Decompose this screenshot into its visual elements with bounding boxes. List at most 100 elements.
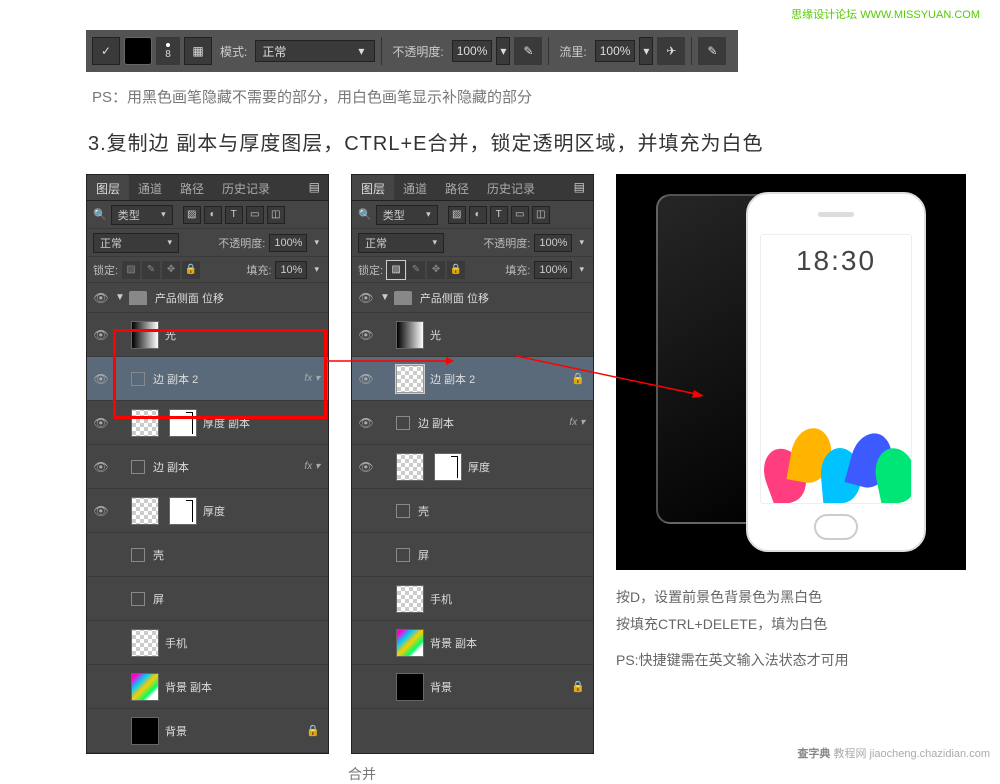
layer-item[interactable]: 背景 副本 [352,621,593,665]
tab-paths[interactable]: 路径 [436,175,478,200]
visibility-toggle[interactable]: 👁 [91,416,111,430]
lock-position-icon[interactable]: ✥ [427,261,445,279]
filter-adjust-icon[interactable]: ◐ [204,206,222,224]
opacity-dropdown[interactable]: ▾ [496,37,510,65]
visibility-toggle[interactable]: 👁 [91,291,111,305]
blend-select[interactable]: 正常▾ [358,233,444,253]
layer-item[interactable]: 背景🔒 [87,709,328,753]
visibility-toggle[interactable]: 👁 [91,372,111,386]
layer-mask-thumbnail[interactable] [169,497,197,525]
group-chevron-icon[interactable]: ▼ [115,292,125,303]
filter-pixel-icon[interactable]: ▨ [448,206,466,224]
tab-layers[interactable]: 图层 [352,175,394,200]
visibility-toggle[interactable]: 👁 [356,328,376,342]
layer-item[interactable]: 👁光 [352,313,593,357]
layer-group[interactable]: 👁 ▼ 产品侧面 位移 [352,283,593,313]
filter-smart-icon[interactable]: ◫ [267,206,285,224]
layer-thumbnail[interactable] [131,409,159,437]
visibility-toggle[interactable]: 👁 [356,460,376,474]
layer-item[interactable]: 👁边 副本 2🔒 [352,357,593,401]
lock-pixels-icon[interactable]: ✎ [142,261,160,279]
layer-item[interactable]: 👁边 副本fx ▾ [87,445,328,489]
layer-item[interactable]: 手机 [87,621,328,665]
pressure-opacity-icon[interactable]: ✎ [514,37,542,65]
filter-kind-select[interactable]: 类型▾ [111,205,173,225]
filter-shape-icon[interactable]: ▭ [511,206,529,224]
layer-item[interactable]: 手机 [352,577,593,621]
layer-item[interactable]: 屏 [352,533,593,577]
filter-type-icon[interactable]: T [490,206,508,224]
pressure-size-icon[interactable]: ✎ [698,37,726,65]
layer-mask-thumbnail[interactable] [434,453,462,481]
layer-mask-thumbnail[interactable] [169,409,197,437]
filter-kind-select[interactable]: 类型▾ [376,205,438,225]
layer-thumbnail[interactable] [131,497,159,525]
lock-pixels-icon[interactable]: ✎ [407,261,425,279]
filter-shape-icon[interactable]: ▭ [246,206,264,224]
tab-channels[interactable]: 通道 [129,175,171,200]
layer-thumbnail[interactable] [131,321,159,349]
layer-item[interactable]: 屏 [87,577,328,621]
fx-icon[interactable]: fx ▾ [304,461,320,472]
opacity-value[interactable]: 100% [452,40,493,62]
layer-thumbnail[interactable] [396,365,424,393]
airbrush-icon[interactable]: ✈ [657,37,685,65]
layer-thumbnail[interactable] [396,453,424,481]
layer-item[interactable]: 背景 副本 [87,665,328,709]
layer-item[interactable]: 👁边 副本fx ▾ [352,401,593,445]
layer-item[interactable]: 👁边 副本 2fx ▾ [87,357,328,401]
layer-item[interactable]: 👁厚度 [352,445,593,489]
panel-opacity-value[interactable]: 100% [269,234,307,252]
filter-adjust-icon[interactable]: ◐ [469,206,487,224]
brush-panel-toggle[interactable]: ▦ [184,37,212,65]
visibility-toggle[interactable]: 👁 [91,504,111,518]
layer-thumbnail[interactable] [131,717,159,745]
layer-item[interactable]: 👁厚度 [87,489,328,533]
flow-value[interactable]: 100% [595,40,636,62]
tab-channels[interactable]: 通道 [394,175,436,200]
lock-all-icon[interactable]: 🔒 [182,261,200,279]
layer-group[interactable]: 👁 ▼ 产品侧面 位移 [87,283,328,313]
tab-layers[interactable]: 图层 [87,175,129,200]
tab-paths[interactable]: 路径 [171,175,213,200]
layer-thumbnail[interactable] [396,321,424,349]
layer-item[interactable]: 壳 [87,533,328,577]
layer-item[interactable]: 背景🔒 [352,665,593,709]
layer-thumbnail[interactable] [131,673,159,701]
visibility-toggle[interactable]: 👁 [91,328,111,342]
brush-color-swatch[interactable] [124,37,152,65]
tab-history[interactable]: 历史记录 [478,175,544,200]
group-chevron-icon[interactable]: ▼ [380,292,390,303]
layer-item[interactable]: 👁光 [87,313,328,357]
layer-thumbnail[interactable] [396,673,424,701]
filter-pixel-icon[interactable]: ▨ [183,206,201,224]
layer-item[interactable]: 👁厚度 副本 [87,401,328,445]
lock-transparent-icon[interactable]: ▨ [122,261,140,279]
visibility-toggle[interactable]: 👁 [356,416,376,430]
lock-position-icon[interactable]: ✥ [162,261,180,279]
tool-preset-picker[interactable]: ✓ [92,37,120,65]
flow-dropdown[interactable]: ▾ [639,37,653,65]
layer-thumbnail[interactable] [396,585,424,613]
filter-type-icon[interactable]: T [225,206,243,224]
fill-value[interactable]: 10% [275,261,307,279]
fx-icon[interactable]: fx ▾ [569,417,585,428]
visibility-toggle[interactable]: 👁 [91,460,111,474]
brush-size-picker[interactable]: 8 [156,37,180,65]
panel-menu-icon[interactable]: ▤ [566,175,593,200]
layer-thumbnail[interactable] [396,629,424,657]
layer-thumbnail[interactable] [131,629,159,657]
lock-transparent-icon[interactable]: ▨ [387,261,405,279]
filter-smart-icon[interactable]: ◫ [532,206,550,224]
lock-all-icon[interactable]: 🔒 [447,261,465,279]
layer-item[interactable]: 壳 [352,489,593,533]
fill-value[interactable]: 100% [534,261,572,279]
tab-history[interactable]: 历史记录 [213,175,279,200]
panel-opacity-value[interactable]: 100% [534,234,572,252]
blend-mode-select[interactable]: 正常▾ [255,40,375,62]
panel-menu-icon[interactable]: ▤ [301,175,328,200]
fx-icon[interactable]: fx ▾ [304,373,320,384]
blend-select[interactable]: 正常▾ [93,233,179,253]
visibility-toggle[interactable]: 👁 [356,291,376,305]
visibility-toggle[interactable]: 👁 [356,372,376,386]
